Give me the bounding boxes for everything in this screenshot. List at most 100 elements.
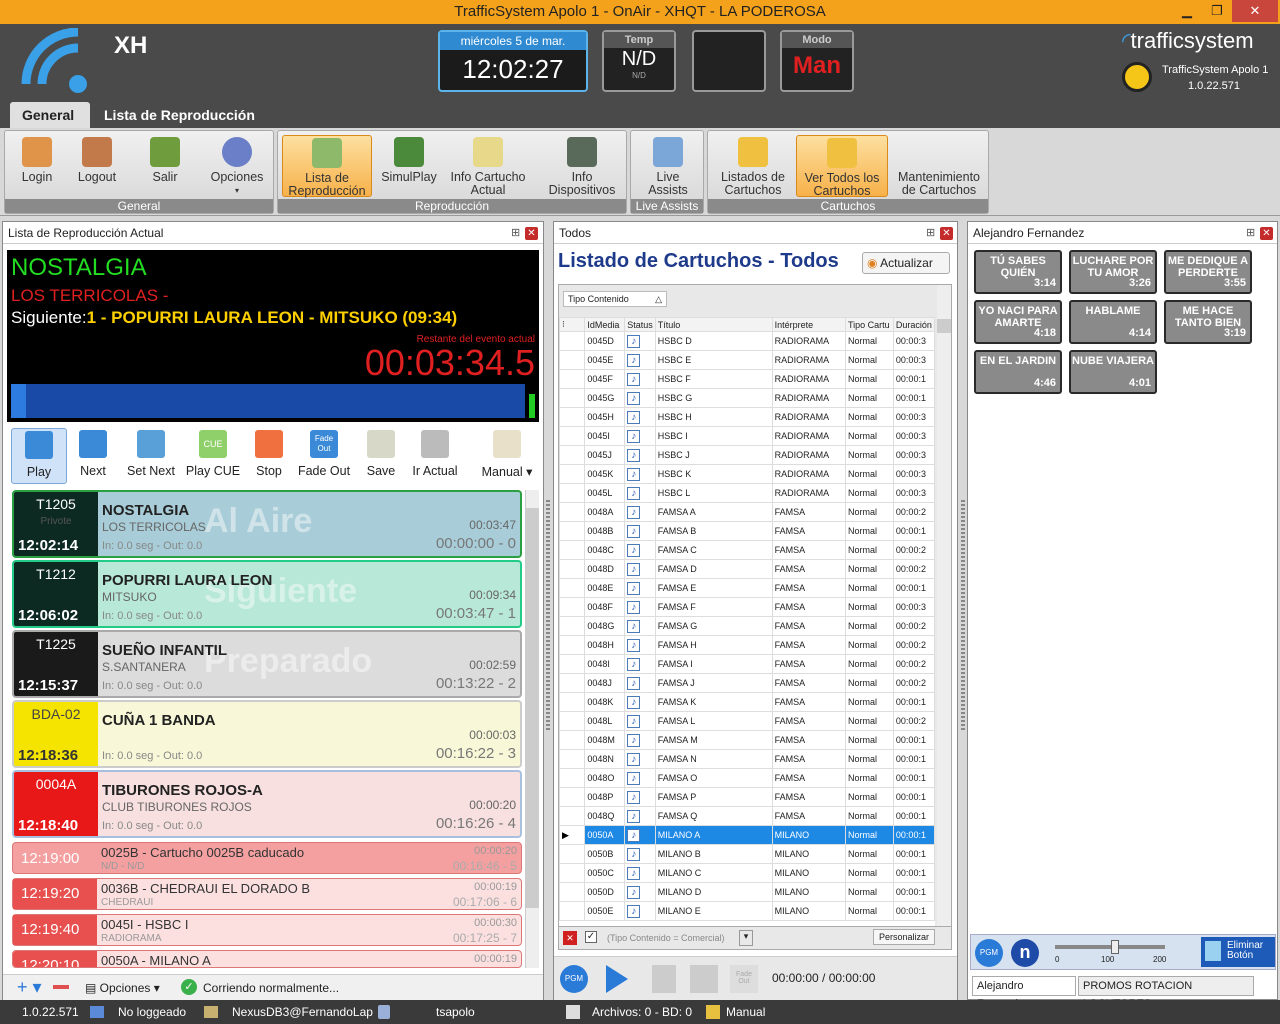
row-selector[interactable] (559, 844, 586, 864)
col-header[interactable]: Duración (892, 317, 935, 332)
row-selector[interactable] (559, 730, 586, 750)
live-assists-button[interactable]: Live Assists (637, 135, 699, 197)
pin-icon[interactable]: ⊞ (926, 226, 935, 239)
table-row[interactable]: 0048O ♪ FAMSA O FAMSA Normal 00:00:1 (559, 768, 935, 788)
table-row[interactable]: 0045F ♪ HSBC F RADIORAMA Normal 00:00:1 (559, 369, 935, 389)
row-selector[interactable] (559, 426, 586, 446)
playlist-item[interactable]: BDA-02 12:18:36 CUÑA 1 BANDA In: 0.0 seg -… (12, 700, 522, 768)
playlist-item[interactable]: 12:20:10 0050A - MILANO A 00:00:19 (12, 950, 522, 968)
live-assist-button[interactable]: LUCHARE POR TU AMOR 3:26 (1069, 250, 1157, 294)
preview-stop-icon[interactable] (690, 965, 718, 993)
table-row[interactable]: 0045E ♪ HSBC E RADIORAMA Normal 00:00:3 (559, 350, 935, 370)
row-selector[interactable] (559, 578, 586, 598)
col-header[interactable]: Tipo Cartu (844, 317, 894, 332)
filter-dropdown[interactable]: ▾ (739, 930, 753, 946)
table-row[interactable]: 0048B ♪ FAMSA B FAMSA Normal 00:00:1 (559, 521, 935, 541)
remove-icon[interactable] (53, 985, 69, 989)
playlist-item[interactable]: 12:19:20 0036B - CHEDRAUI EL DORADO B CHED… (12, 878, 522, 910)
row-selector[interactable] (559, 635, 586, 655)
playlist-item[interactable]: 12:19:40 0045I - HSBC I RADIORAMA 00:00:30 0… (12, 914, 522, 946)
table-row[interactable]: 0048C ♪ FAMSA C FAMSA Normal 00:00:2 (559, 540, 935, 560)
tab-promos[interactable]: PROMOS ROTACION LOCUTORES (1078, 976, 1254, 1010)
table-row[interactable]: 0048I ♪ FAMSA I FAMSA Normal 00:00:2 (559, 654, 935, 674)
row-selector[interactable] (559, 483, 586, 503)
table-row[interactable]: 0050D ♪ MILANO D MILANO Normal 00:00:1 (559, 882, 935, 902)
live-assist-button[interactable]: HABLAME 4:14 (1069, 300, 1157, 344)
row-selector[interactable] (559, 407, 586, 427)
minimize-icon[interactable]: ▁ (1172, 0, 1202, 22)
table-row[interactable]: 0048P ♪ FAMSA P FAMSA Normal 00:00:1 (559, 787, 935, 807)
playlist-item-on-air[interactable]: T1205 Privote 12:02:14 Al Aire NOSTALGIA LO… (12, 490, 522, 558)
col-header[interactable]: Intérprete (771, 317, 846, 332)
close-window-icon[interactable]: ✕ (1232, 0, 1278, 22)
table-row[interactable]: 0045K ♪ HSBC K RADIORAMA Normal 00:00:3 (559, 464, 935, 484)
row-selector[interactable] (559, 331, 586, 351)
row-selector[interactable] (559, 863, 586, 883)
col-header[interactable]: IdMedia (584, 317, 626, 332)
playlist-scrollbar[interactable] (525, 490, 539, 968)
table-row[interactable]: 0048G ♪ FAMSA G FAMSA Normal 00:00:2 (559, 616, 935, 636)
table-row[interactable]: 0050B ♪ MILANO B MILANO Normal 00:00:1 (559, 844, 935, 864)
close-panel-icon[interactable]: ✕ (940, 227, 953, 240)
table-row[interactable]: 0050E ♪ MILANO E MILANO Normal 00:00:1 (559, 901, 935, 921)
table-row[interactable]: 0048L ♪ FAMSA L FAMSA Normal 00:00:2 (559, 711, 935, 731)
logout-button[interactable]: Logout (71, 135, 123, 197)
volume-slider[interactable] (1055, 940, 1165, 954)
simulplay-button[interactable]: SimulPlay (378, 135, 440, 197)
row-selector[interactable] (559, 369, 586, 389)
row-selector[interactable] (559, 388, 586, 408)
row-selector[interactable] (559, 597, 586, 617)
delete-button[interactable]: Eliminar Botón (1201, 937, 1275, 967)
row-selector[interactable] (559, 616, 586, 636)
splitter-handle[interactable] (546, 500, 550, 730)
table-row[interactable]: 0045I ♪ HSBC I RADIORAMA Normal 00:00:3 (559, 426, 935, 446)
next-button[interactable]: Next (69, 428, 117, 482)
playlist-item[interactable]: 0004A 12:18:40 TIBURONES ROJOS-A CLUB TIBU… (12, 770, 522, 838)
playlist-item-next[interactable]: T1212 12:06:02 Siguiente POPURRI LAURA LE… (12, 560, 522, 628)
row-selector[interactable] (559, 692, 586, 712)
table-row[interactable]: 0048M ♪ FAMSA M FAMSA Normal 00:00:1 (559, 730, 935, 750)
table-row[interactable]: 0048H ♪ FAMSA H FAMSA Normal 00:00:2 (559, 635, 935, 655)
table-row[interactable]: 0048D ♪ FAMSA D FAMSA Normal 00:00:2 (559, 559, 935, 579)
row-selector[interactable] (559, 768, 586, 788)
table-row[interactable]: 0048N ♪ FAMSA N FAMSA Normal 00:00:1 (559, 749, 935, 769)
options-button[interactable]: Opciones ▾ (205, 135, 269, 197)
live-assist-button[interactable]: ME HACE TANTO BIEN 3:19 (1164, 300, 1252, 344)
customize-button[interactable]: Personalizar (873, 929, 936, 945)
row-selector[interactable]: ▶ (559, 825, 586, 845)
refresh-button[interactable]: ◉ Actualizar (862, 252, 950, 274)
pin-icon[interactable]: ⊞ (511, 226, 520, 239)
group-by-chip[interactable]: Tipo Contenido △ (563, 291, 667, 307)
play-button[interactable]: Play (11, 428, 67, 484)
filter-checkbox[interactable]: ✓ (585, 931, 597, 943)
row-selector[interactable] (559, 673, 586, 693)
table-row[interactable]: 0045L ♪ HSBC L RADIORAMA Normal 00:00:3 (559, 483, 935, 503)
preview-play-icon[interactable] (606, 965, 628, 993)
live-assist-button[interactable]: YO NACI PARA AMARTE 4:18 (974, 300, 1062, 344)
table-row[interactable]: 0048F ♪ FAMSA F FAMSA Normal 00:00:3 (559, 597, 935, 617)
stop-button[interactable]: Stop (247, 428, 291, 482)
row-selector[interactable] (559, 350, 586, 370)
pgm-icon[interactable]: PGM (975, 939, 1003, 967)
live-assist-button[interactable]: TÚ SABES QUIÉN 3:14 (974, 250, 1062, 294)
table-row[interactable]: 0045G ♪ HSBC G RADIORAMA Normal 00:00:1 (559, 388, 935, 408)
go-current-button[interactable]: Ir Actual (407, 428, 463, 482)
row-selector[interactable] (559, 502, 586, 522)
add-icon[interactable]: + ▾ (17, 977, 42, 998)
row-selector[interactable] (559, 445, 586, 465)
table-row[interactable]: 0048J ♪ FAMSA J FAMSA Normal 00:00:2 (559, 673, 935, 693)
pgm-icon[interactable]: PGM (560, 965, 588, 993)
tab-general[interactable]: General (10, 102, 90, 128)
fade-out-button[interactable]: Fade Out Fade Out (295, 428, 353, 482)
set-next-button[interactable]: Set Next (123, 428, 179, 482)
row-selector[interactable] (559, 711, 586, 731)
cart-maintenance-button[interactable]: Mantenimiento de Cartuchos (892, 135, 986, 197)
clear-filter-icon[interactable]: ✕ (563, 931, 577, 945)
pin-icon[interactable]: ⊞ (1246, 226, 1255, 239)
live-assist-button[interactable]: ME DEDIQUE A PERDERTE 3:55 (1164, 250, 1252, 294)
manual-button[interactable]: Manual ▾ (477, 428, 537, 482)
table-row[interactable]: 0045D ♪ HSBC D RADIORAMA Normal 00:00:3 (559, 331, 935, 351)
tab-alejandro[interactable]: Alejandro Fernandez (972, 976, 1076, 1010)
login-button[interactable]: Login (11, 135, 63, 197)
table-row[interactable]: 0050C ♪ MILANO C MILANO Normal 00:00:1 (559, 863, 935, 883)
